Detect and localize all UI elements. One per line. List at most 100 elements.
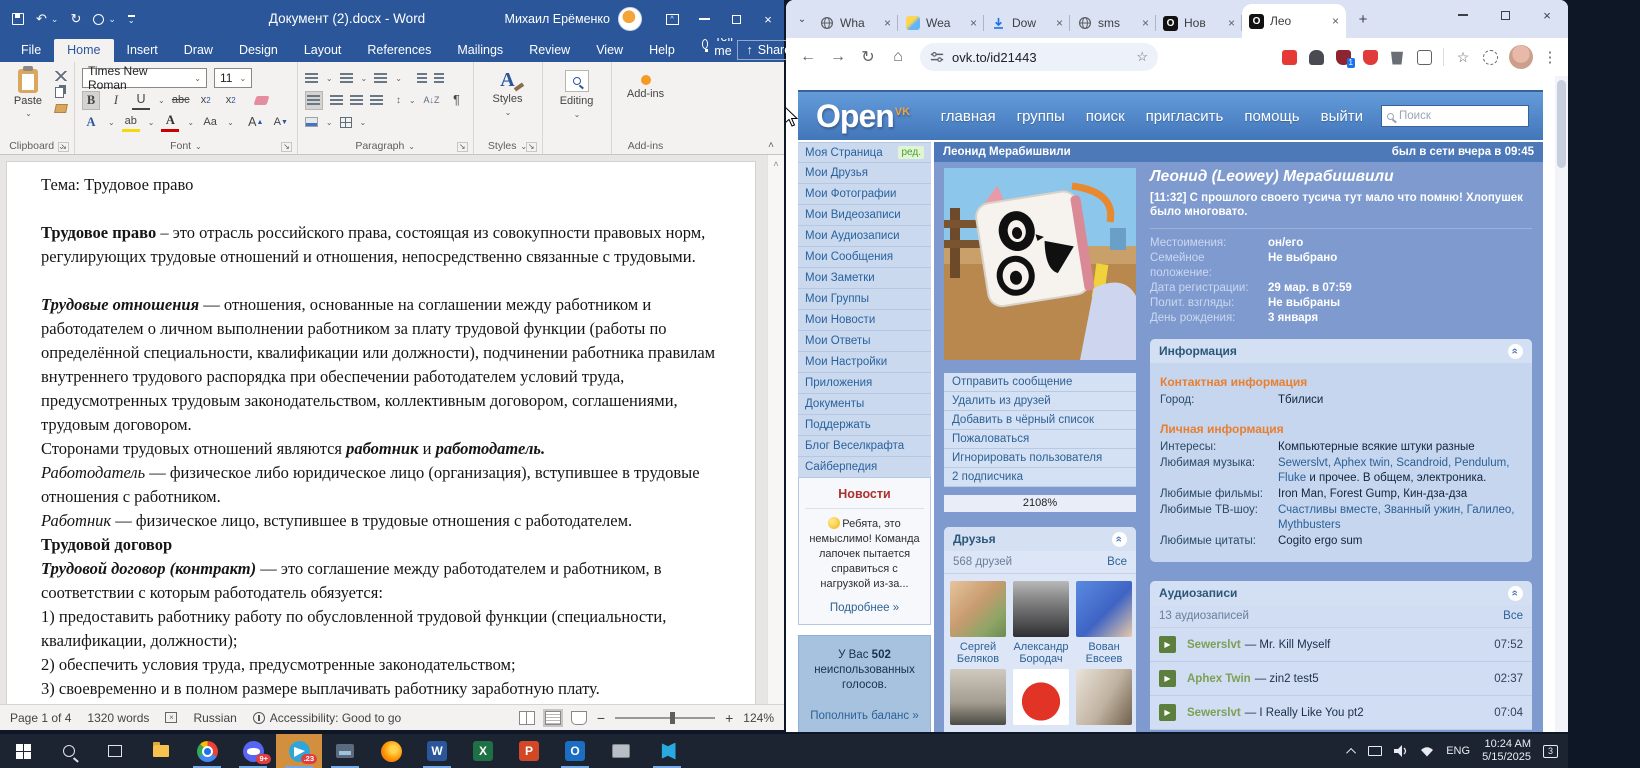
numbering-icon[interactable]	[340, 73, 353, 84]
bookmark-star-icon[interactable]: ☆	[1136, 49, 1148, 65]
word-close-button[interactable]: ×	[752, 0, 784, 38]
openvk-search[interactable]	[1381, 105, 1529, 127]
extension-shield-badge-icon[interactable]: 1	[1331, 45, 1355, 69]
address-bar[interactable]: ovk.to/id21443 ☆	[920, 43, 1158, 71]
redo-icon[interactable]: ↻	[70, 11, 81, 27]
network-icon[interactable]	[1420, 746, 1434, 757]
ribbon-tab[interactable]: Insert	[114, 39, 171, 62]
bookmark-add-icon[interactable]: ☆	[1451, 45, 1475, 69]
forward-icon[interactable]: →	[824, 43, 852, 71]
ribbon-tab[interactable]: Layout	[291, 39, 355, 62]
tab-search-icon[interactable]: ⌄	[792, 14, 812, 25]
profile-status[interactable]: [11:32] С прошлого своего тусича тут мал…	[1150, 191, 1532, 229]
search-input[interactable]	[1399, 110, 1523, 122]
grow-font-button[interactable]: A▲	[247, 113, 265, 132]
home-icon[interactable]: ⌂	[884, 43, 912, 71]
align-left-icon[interactable]	[305, 91, 323, 110]
new-tab-button[interactable]: +	[1350, 11, 1376, 28]
sidebar-item[interactable]: Поддержать	[798, 415, 931, 436]
sort-icon[interactable]: A↓Z	[423, 91, 441, 110]
format-painter-icon[interactable]	[54, 104, 68, 113]
profile-action-link[interactable]: Добавить в чёрный список	[944, 411, 1136, 430]
browser-tab-active[interactable]: O Лео×	[1242, 4, 1346, 38]
align-center-icon[interactable]	[330, 95, 343, 106]
accessibility-status[interactable]: Accessibility: Good to go	[253, 711, 401, 725]
friend-card[interactable]: АлександрБородач	[1013, 581, 1069, 665]
nav-link[interactable]: выйти	[1321, 108, 1363, 125]
shading-icon[interactable]	[305, 117, 318, 127]
page-indicator[interactable]: Page 1 of 4	[10, 711, 71, 725]
discord-taskbar-button[interactable]: 9+	[230, 734, 276, 768]
chrome-taskbar-button[interactable]	[184, 734, 230, 768]
sidebar-item[interactable]: Мои Группы	[798, 289, 931, 310]
file-explorer-button[interactable]	[138, 734, 184, 768]
audio-track-row[interactable]: ▶ Sewerslvt — Mr. Kill Myself 07:52	[1150, 628, 1532, 662]
excel-taskbar-button[interactable]: X	[460, 734, 506, 768]
nav-link[interactable]: пригласить	[1146, 108, 1224, 125]
topup-balance-link[interactable]: Пополнить баланс »	[807, 709, 922, 724]
news-more-link[interactable]: Подробнее »	[805, 602, 924, 614]
monitor-app-button[interactable]	[598, 734, 644, 768]
shrink-font-button[interactable]: A▼	[272, 113, 290, 132]
url-text[interactable]: ovk.to/id21443	[952, 50, 1128, 65]
vscode-taskbar-button[interactable]	[644, 734, 690, 768]
touch-mode-icon[interactable]	[93, 14, 104, 25]
friend-card[interactable]: СергейБеляков	[950, 581, 1006, 665]
tab-close-icon[interactable]: ×	[884, 16, 891, 30]
zoom-level[interactable]: 124%	[743, 711, 774, 725]
line-spacing-icon[interactable]: ↕	[396, 95, 401, 106]
word-maximize-button[interactable]	[720, 0, 752, 38]
collapse-icon[interactable]: «	[1508, 586, 1523, 601]
profile-action-link[interactable]: Игнорировать пользователя	[944, 449, 1136, 468]
friend-card[interactable]: ВованЕвсеев	[1076, 581, 1132, 665]
borders-icon[interactable]	[340, 117, 352, 128]
profile-avatar-image[interactable]	[944, 168, 1136, 360]
word-count[interactable]: 1320 words	[87, 711, 149, 725]
underline-button[interactable]: U	[132, 91, 150, 110]
ribbon-tab[interactable]: Design	[226, 39, 291, 62]
extension-trash-icon[interactable]	[1385, 45, 1409, 69]
zoom-slider-thumb[interactable]	[670, 712, 675, 724]
nav-link[interactable]: поиск	[1086, 108, 1125, 125]
font-size-combo[interactable]: 11⌄	[214, 68, 252, 88]
profile-action-link[interactable]: Пожаловаться	[944, 430, 1136, 449]
tab-close-icon[interactable]: ×	[970, 16, 977, 30]
lens-scan-icon[interactable]	[1478, 45, 1502, 69]
tab-close-icon[interactable]: ×	[1228, 16, 1235, 30]
text-effects-button[interactable]: A	[82, 113, 100, 132]
ribbon-tab[interactable]: Draw	[171, 39, 226, 62]
editing-button[interactable]: Editing⌄	[550, 67, 604, 119]
extension-adguard-icon[interactable]	[1277, 45, 1301, 69]
play-icon[interactable]: ▶	[1159, 670, 1176, 687]
nav-link[interactable]: помощь	[1244, 108, 1299, 125]
ribbon-tab[interactable]: File	[8, 39, 54, 62]
sidebar-item[interactable]: Мои Заметки	[798, 268, 931, 289]
friend-photo[interactable]	[1076, 669, 1132, 725]
font-name-combo[interactable]: Times New Roman⌄	[82, 68, 207, 88]
zoom-slider[interactable]	[615, 717, 715, 719]
nav-link[interactable]: главная	[941, 108, 996, 125]
page-scrollbar-thumb[interactable]	[1557, 80, 1566, 168]
ribbon-tab[interactable]: View	[583, 39, 636, 62]
powerpoint-taskbar-button[interactable]: P	[506, 734, 552, 768]
browser-profile-avatar[interactable]	[1509, 45, 1533, 69]
customize-qat-icon[interactable]: ⌄	[128, 15, 135, 24]
browser-minimize-button[interactable]	[1442, 0, 1484, 30]
sidebar-item[interactable]: Блог Веселкрафта	[798, 436, 931, 457]
friend-photo[interactable]	[950, 581, 1006, 637]
edit-badge[interactable]: ред.	[898, 146, 924, 159]
superscript-button[interactable]: x2	[222, 91, 240, 110]
clear-formatting-icon[interactable]	[253, 96, 269, 105]
tab-close-icon[interactable]: ×	[1142, 16, 1149, 30]
web-layout-icon[interactable]	[571, 711, 587, 725]
ribbon-tab[interactable]: Home	[54, 39, 113, 62]
justify-icon[interactable]	[370, 95, 383, 106]
audio-track-row[interactable]: ▶ Aphex Twin — zin2 test5 02:37	[1150, 662, 1532, 696]
sidebar-item[interactable]: Мои Ответы	[798, 331, 931, 352]
zoom-out-icon[interactable]: −	[597, 710, 605, 726]
tray-expand-icon[interactable]	[1346, 747, 1356, 757]
sidebar-item[interactable]: Мои Фотографии	[798, 184, 931, 205]
cut-icon[interactable]	[55, 71, 67, 81]
print-layout-icon[interactable]	[545, 711, 561, 725]
word-taskbar-button[interactable]: W	[414, 734, 460, 768]
